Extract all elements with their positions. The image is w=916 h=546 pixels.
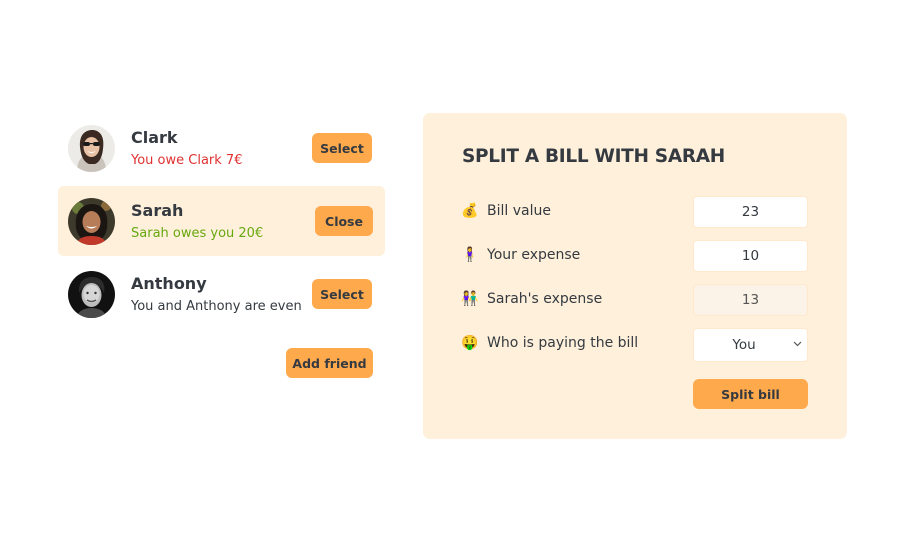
select-friend-button[interactable]: Select: [312, 279, 372, 309]
avatar-clark: [68, 125, 115, 172]
friends-list: Clark You owe Clark 7€ Select Sarah Sara…: [58, 113, 385, 329]
friend-item-anthony: Anthony You and Anthony are even Select: [58, 259, 385, 329]
split-bill-form: SPLIT A BILL WITH SARAH 💰 Bill value 🧍‍♀…: [423, 113, 847, 439]
couple-icon: 👫: [461, 291, 479, 307]
payer-select[interactable]: You: [693, 328, 808, 362]
payer-row: 🤑 Who is paying the bill You: [423, 328, 847, 362]
avatar-anthony: [68, 271, 115, 318]
bill-value-input[interactable]: [693, 196, 808, 228]
form-title: SPLIT A BILL WITH SARAH: [462, 146, 725, 167]
money-bag-icon: 💰: [461, 203, 479, 219]
select-friend-button[interactable]: Select: [312, 133, 372, 163]
payer-label: 🤑 Who is paying the bill: [461, 335, 638, 351]
split-bill-button[interactable]: Split bill: [693, 379, 808, 409]
your-expense-label: 🧍‍♀️ Your expense: [461, 247, 580, 263]
person-standing-icon: 🧍‍♀️: [461, 247, 479, 263]
friend-expense-label: 👫 Sarah's expense: [461, 291, 602, 307]
chevron-down-icon: [793, 341, 802, 347]
your-expense-input[interactable]: [693, 240, 808, 272]
clark-avatar-image: [68, 125, 115, 172]
friend-item-sarah: Sarah Sarah owes you 20€ Close: [58, 186, 385, 256]
eat-n-split-app: Clark You owe Clark 7€ Select Sarah Sara…: [0, 0, 916, 546]
bill-value-row: 💰 Bill value: [423, 196, 847, 228]
friend-balance-status: You owe Clark 7€: [131, 153, 243, 168]
sarah-avatar-image: [68, 198, 115, 245]
your-expense-row: 🧍‍♀️ Your expense: [423, 240, 847, 272]
friends-sidebar: Clark You owe Clark 7€ Select Sarah Sara…: [58, 113, 385, 378]
friend-name: Sarah: [131, 201, 184, 220]
money-mouth-face-icon: 🤑: [461, 335, 479, 351]
friend-balance-status: Sarah owes you 20€: [131, 226, 264, 241]
friend-expense-label-text: Sarah's expense: [487, 291, 603, 307]
friend-item-clark: Clark You owe Clark 7€ Select: [58, 113, 385, 183]
friend-balance-status: You and Anthony are even: [131, 299, 302, 314]
anthony-avatar-image: [68, 271, 115, 318]
bill-value-label: 💰 Bill value: [461, 203, 551, 219]
payer-label-text: Who is paying the bill: [487, 335, 639, 351]
friend-expense-input: [693, 284, 808, 316]
payer-select-value: You: [732, 337, 756, 353]
friend-name: Anthony: [131, 274, 207, 293]
your-expense-label-text: Your expense: [487, 247, 581, 263]
friend-name: Clark: [131, 128, 178, 147]
friend-expense-row: 👫 Sarah's expense: [423, 284, 847, 316]
add-friend-button[interactable]: Add friend: [286, 348, 373, 378]
bill-value-label-text: Bill value: [487, 203, 551, 219]
avatar-sarah: [68, 198, 115, 245]
close-friend-button[interactable]: Close: [315, 206, 373, 236]
